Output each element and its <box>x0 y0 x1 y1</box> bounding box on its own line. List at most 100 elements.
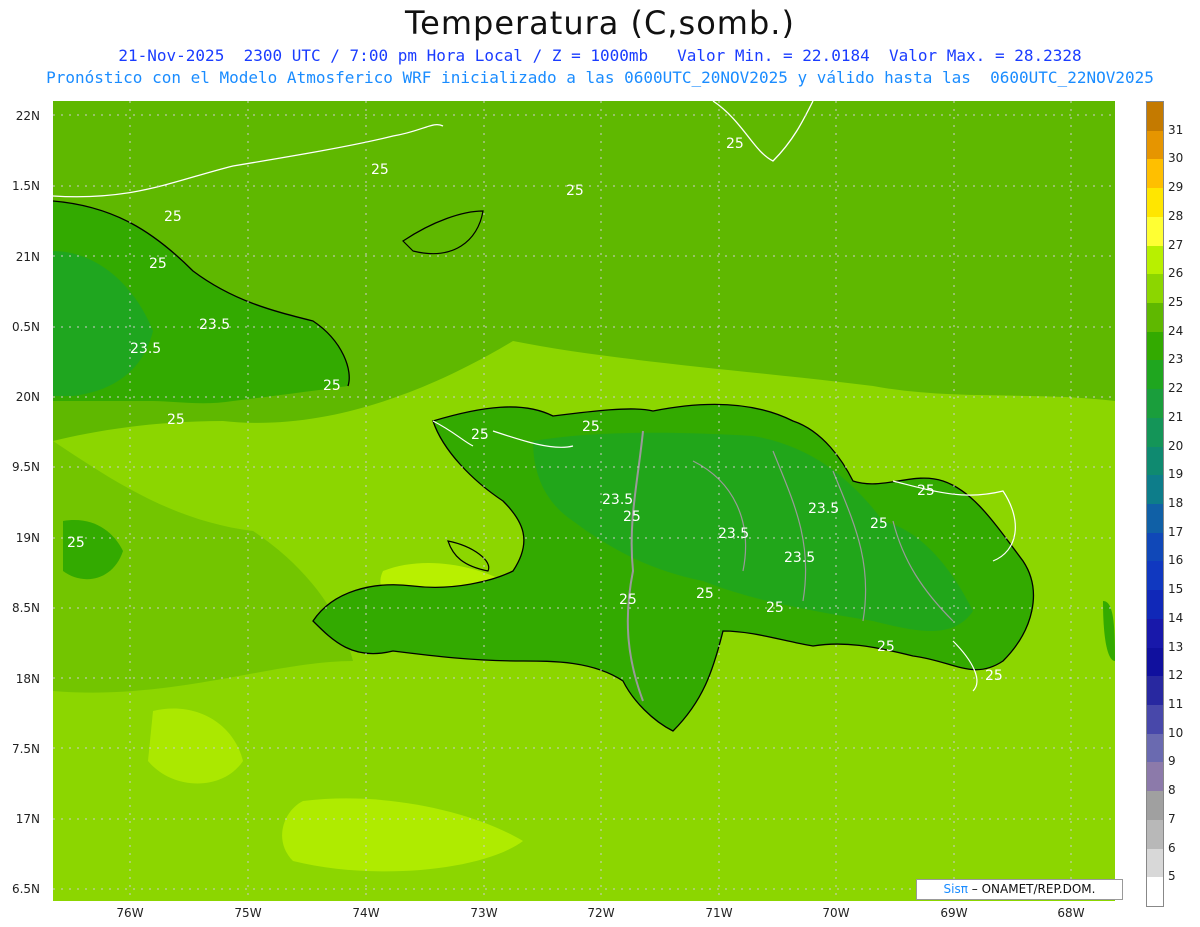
contour-label: 25 <box>167 412 185 428</box>
temperature-map: 25 25 25 25 25 23.5 23.5 25 25 25 25 23.… <box>53 101 1115 901</box>
lat-label: 8.5N <box>11 601 40 615</box>
colorbar-swatch <box>1147 705 1163 734</box>
lon-label: 76W <box>116 906 144 920</box>
colorbar-swatch <box>1147 102 1163 131</box>
colorbar-tick-label: 15 <box>1168 582 1184 597</box>
contour-label: 25 <box>371 162 389 178</box>
contour-label: 25 <box>164 209 182 225</box>
contour-label: 23.5 <box>784 550 815 566</box>
subtitle-model-info: Pronóstico con el Modelo Atmosferico WRF… <box>46 68 1154 87</box>
colorbar-swatch <box>1147 561 1163 591</box>
colorbar-tick-label: 31 <box>1168 122 1184 137</box>
contour-label: 23.5 <box>130 341 161 357</box>
contour-label: 25 <box>619 592 637 608</box>
colorbar <box>1146 101 1164 907</box>
colorbar-tick-label: 8 <box>1168 783 1176 798</box>
colorbar-tick-label: 19 <box>1168 467 1184 482</box>
map-title: Temperatura (C,somb.) <box>405 4 795 42</box>
colorbar-tick-label: 20 <box>1168 438 1184 453</box>
colorbar-swatch <box>1147 762 1163 792</box>
lon-label: 74W <box>352 906 380 920</box>
colorbar-tick-label: 18 <box>1168 496 1184 510</box>
contour-label: 25 <box>471 427 489 443</box>
colorbar-tick-label: 9 <box>1168 754 1176 769</box>
subtitle-valid-time: 21-Nov-2025 2300 UTC / 7:00 pm Hora Loca… <box>118 46 1082 65</box>
colorbar-swatch <box>1147 303 1163 332</box>
colorbar-swatch <box>1147 159 1163 189</box>
colorbar-swatch <box>1147 274 1163 303</box>
colorbar-swatch <box>1147 676 1163 705</box>
credit-pi: π <box>960 882 968 896</box>
colorbar-swatch <box>1147 647 1163 677</box>
contour-label: 25 <box>566 183 584 199</box>
lon-label: 72W <box>587 906 615 920</box>
contour-label: 25 <box>149 256 167 272</box>
contour-label: 25 <box>917 483 935 499</box>
lat-label: 18N <box>15 672 40 686</box>
lon-label: 73W <box>470 906 498 920</box>
lat-label: 17N <box>15 812 40 826</box>
lon-label: 75W <box>234 906 262 920</box>
lat-label: 7.5N <box>11 742 40 756</box>
credit-box: Sisπ – ONAMET/REP.DOM. <box>916 879 1123 900</box>
colorbar-tick-label: 25 <box>1168 295 1184 309</box>
colorbar-tick-label: 13 <box>1168 639 1184 654</box>
colorbar-swatch <box>1147 216 1163 246</box>
colorbar-swatch <box>1147 848 1163 878</box>
contour-label: 25 <box>766 600 784 616</box>
colorbar-tick-label: 6 <box>1168 840 1176 855</box>
contour-label: 25 <box>985 668 1003 684</box>
contour-label: 25 <box>696 586 714 602</box>
colorbar-tick-label: 30 <box>1168 151 1184 166</box>
contour-label: 23.5 <box>199 317 230 333</box>
lat-label: 6.5N <box>11 882 40 896</box>
colorbar-tick-label: 27 <box>1168 237 1184 252</box>
colorbar-tick-label: 10 <box>1168 725 1184 740</box>
credit-org: – ONAMET/REP.DOM. <box>971 882 1096 896</box>
contour-label: 25 <box>67 535 85 551</box>
colorbar-swatch <box>1147 188 1163 217</box>
lat-label: 19N <box>15 531 40 545</box>
colorbar-tick-label: 26 <box>1168 266 1184 281</box>
contour-label: 23.5 <box>718 526 749 542</box>
contour-label: 25 <box>877 639 895 655</box>
colorbar-swatch <box>1147 791 1163 820</box>
lat-label: 9.5N <box>11 460 40 474</box>
colorbar-tick-label: 12 <box>1168 668 1184 683</box>
lon-label: 70W <box>822 906 850 920</box>
colorbar-tick-label: 24 <box>1168 323 1184 338</box>
colorbar-swatch <box>1147 532 1163 562</box>
colorbar-tick-label: 5 <box>1168 869 1176 884</box>
colorbar-tick-label: 23 <box>1168 352 1184 367</box>
colorbar-tick-label: 28 <box>1168 208 1184 223</box>
lon-label: 68W <box>1057 906 1085 920</box>
colorbar-tick-label: 29 <box>1168 180 1184 195</box>
contour-label: 23.5 <box>602 492 633 508</box>
colorbar-tick-label: 14 <box>1168 610 1184 625</box>
colorbar-swatch <box>1147 618 1163 648</box>
colorbar-tick-label: 22 <box>1168 381 1184 396</box>
colorbar-tick-label: 7 <box>1168 811 1176 826</box>
map-svg: 25 25 25 25 25 23.5 23.5 25 25 25 25 23.… <box>53 101 1115 901</box>
colorbar-swatch <box>1147 504 1163 533</box>
contour-label: 23.5 <box>808 501 839 517</box>
contour-label: 25 <box>323 378 341 394</box>
colorbar-swatch <box>1147 331 1163 361</box>
colorbar-tick-label: 16 <box>1168 553 1184 568</box>
colorbar-tick-label: 21 <box>1168 409 1184 424</box>
colorbar-swatch <box>1147 475 1163 504</box>
colorbar-swatch <box>1147 590 1163 619</box>
colorbar-swatch <box>1147 733 1163 763</box>
lat-label: 0.5N <box>11 320 40 334</box>
contour-label: 25 <box>582 419 600 435</box>
lat-label: 20N <box>15 390 40 404</box>
contour-label: 25 <box>623 509 641 525</box>
lon-label: 71W <box>705 906 733 920</box>
colorbar-swatch <box>1147 360 1163 390</box>
colorbar-swatch <box>1147 446 1163 476</box>
credit-sis: Sis <box>943 882 961 896</box>
colorbar-swatch <box>1147 819 1163 849</box>
colorbar-swatch <box>1147 417 1163 447</box>
colorbar-swatch <box>1147 130 1163 160</box>
colorbar-tick-label: 11 <box>1168 697 1184 711</box>
